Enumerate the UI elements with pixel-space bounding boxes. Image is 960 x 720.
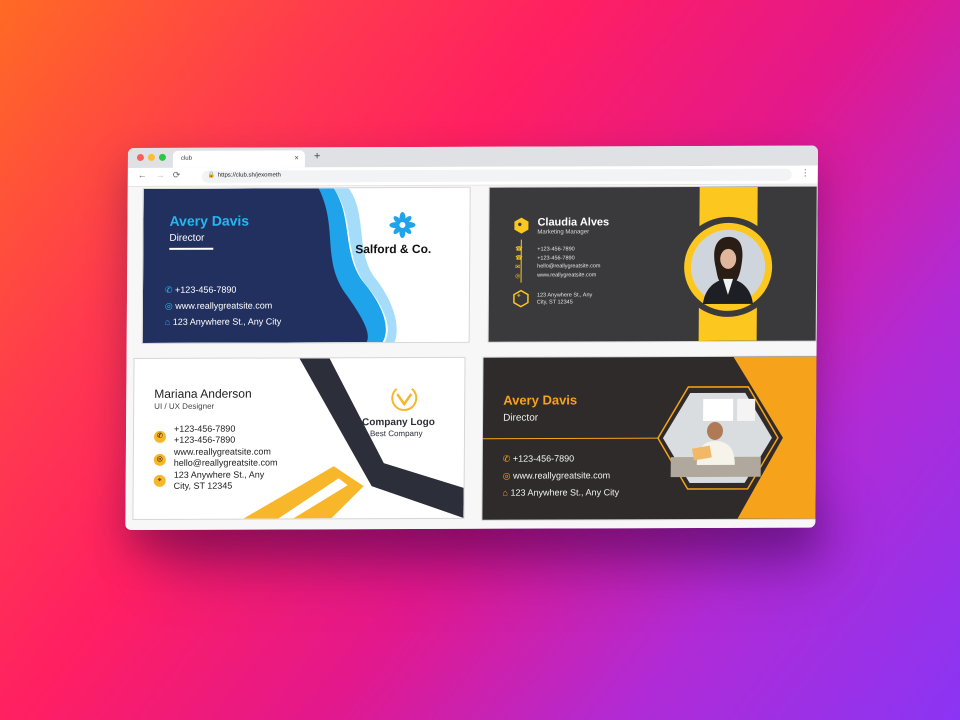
card2-contact-icons: ☎ ☎ ✉ ◎ [515,246,523,282]
card3-phones: +123-456-7890 +123-456-7890 [174,424,235,446]
browser-window: club × + ← → ⟳ 🔒 https://club.sh/jexomet… [125,145,818,531]
business-card-2[interactable]: ● Claudia Alves Marketing Manager ☎ ☎ ✉ … [488,186,817,342]
forward-icon[interactable]: → [156,170,165,180]
card2-contacts: +123-456-7890 +123-456-7890 hello@really… [537,245,601,279]
card3-address-line1: 123 Anywhere St., Any [173,469,265,480]
phone-icon: ✆ [153,430,167,443]
globe-icon: ◎ [515,273,521,280]
card2-address: 123 Anywhere St., Any City, ST 12345 [537,292,592,306]
phone-icon: ✆ [502,453,511,464]
business-card-1[interactable]: Avery Davis Director ✆ +123-456-7890 ◎ w… [142,187,470,343]
page-content: Avery Davis Director ✆ +123-456-7890 ◎ w… [125,184,818,531]
card3-logo-subtitle: Best Company [369,428,423,439]
home-icon: ⌂ [502,487,509,498]
card3-website: www.reallygreatsite.com [173,446,271,457]
card2-phone2: +123-456-7890 [537,254,575,262]
browser-toolbar: ← → ⟳ 🔒 https://club.sh/jexometh ⋮ [127,165,818,188]
browser-tab[interactable]: club × [172,150,305,168]
reload-icon[interactable]: ⟳ [173,170,181,181]
title-bar: club × + [127,145,818,169]
globe-icon: ◎ [502,470,511,481]
maximize-window-button[interactable] [158,153,166,161]
tab-title: club [180,155,192,162]
close-window-button[interactable] [136,153,144,161]
card2-address-line2: City, ST 12345 [536,299,573,306]
card2-name: Claudia Alves [537,216,610,229]
browser-menu-icon[interactable]: ⋮ [801,168,810,179]
card3-title: UI / UX Designer [154,401,215,411]
card2-email: hello@reallygreatsite.com [537,263,601,270]
lock-icon: 🔒 [207,172,216,179]
card3-email: hello@reallygreatsite.com [173,457,278,468]
phone-icon: ☎ [515,246,523,253]
company-logo-mark [391,385,418,412]
card4-website: www.reallygreatsite.com [513,470,611,481]
business-card-3[interactable]: Mariana Anderson UI / UX Designer ✆ +123… [133,357,465,519]
url-text: https://club.sh/jexometh [217,172,281,179]
card2-phone1: +123-456-7890 [537,246,575,253]
card3-web: www.reallygreatsite.com hello@reallygrea… [174,446,278,468]
address-bar[interactable]: 🔒 https://club.sh/jexometh [201,168,792,183]
location-icon: ⌖ [153,474,166,487]
card4-phone: +123-456-7890 [512,453,575,464]
card3-address: 123 Anywhere St., Any City, ST 12345 [174,470,265,492]
card4-title: Director [503,412,539,424]
card3-logo-title: Company Logo [362,416,435,429]
globe-icon: ◎ [153,453,166,466]
card4-phone-row: ✆ +123-456-7890 [503,453,574,464]
user-icon: ● [517,219,523,229]
email-icon: ✉ [515,264,521,271]
back-icon[interactable]: ← [138,170,147,180]
minimize-window-button[interactable] [147,153,155,161]
card3-phone1: +123-456-7890 [174,423,236,434]
card3-name: Mariana Anderson [154,386,252,401]
salford-logo-icon [389,212,416,239]
card4-name: Avery Davis [503,392,578,408]
new-tab-icon[interactable]: + [314,150,321,162]
card3-phone2: +123-456-7890 [173,434,236,445]
business-card-4[interactable]: Avery Davis Director ✆ +123-456-7890 ◎ w… [482,356,818,520]
card4-address: 123 Anywhere St., Any City [510,487,620,498]
card2-website: www.reallygreatsite.com [537,271,597,279]
card2-title: Marketing Manager [537,229,590,236]
location-icon: ⌖ [516,292,521,300]
phone-icon: ☎ [515,255,523,262]
card4-address-row: ⌂ 123 Anywhere St., Any City [503,487,620,497]
card1-company: Salford & Co. [355,241,432,257]
card3-address-line2: City, ST 12345 [173,480,233,491]
tab-close-icon[interactable]: × [294,153,299,162]
card4-web-row: ◎ www.reallygreatsite.com [503,470,610,481]
